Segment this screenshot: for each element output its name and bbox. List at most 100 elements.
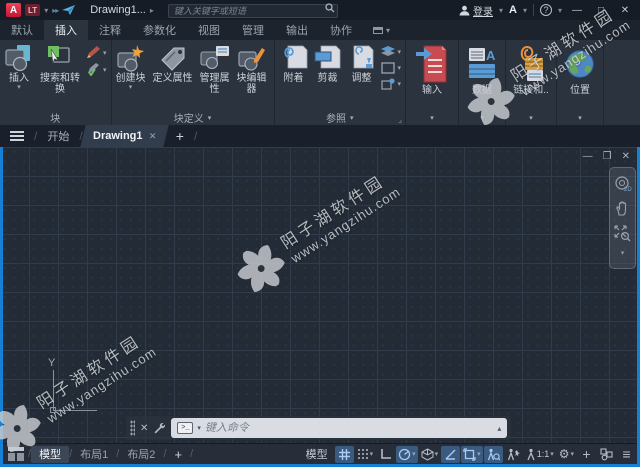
app-menu-chevron-down-icon[interactable]: ▾ xyxy=(44,6,48,15)
new-layout-button[interactable]: + xyxy=(167,447,191,462)
ribbon-tab-output[interactable]: 输出 xyxy=(275,20,319,40)
layout-tab-model[interactable]: 模型 xyxy=(31,445,70,463)
customization-menu-button[interactable]: ≡ xyxy=(617,446,636,463)
sign-in-button[interactable]: 登录 xyxy=(459,3,493,18)
annotation-scale-button[interactable]: 1:1 ▾ xyxy=(524,446,556,463)
define-attributes-button[interactable]: 定义属性 xyxy=(148,42,198,85)
workspace-switching-button[interactable]: ⚙ ▾ xyxy=(557,446,576,463)
command-input[interactable] xyxy=(204,422,494,434)
grid-display-button[interactable] xyxy=(334,445,354,463)
block-editor-button[interactable]: 块编辑器 xyxy=(232,42,272,96)
navbar-chevron-down-icon[interactable]: ▾ xyxy=(621,250,625,257)
panel-title-data[interactable]: ▾ xyxy=(459,110,505,125)
drawing-canvas[interactable]: — ❐ ✕ 2D ▾ Y xyxy=(0,147,640,443)
signin-chevron-down-icon[interactable]: ▾ xyxy=(499,6,503,15)
app-store-icon[interactable]: A xyxy=(509,4,517,16)
frame-button[interactable]: ▾ xyxy=(380,62,401,74)
ribbon-tab-insert[interactable]: 插入 xyxy=(44,20,88,40)
link-extract-button[interactable]: 链接和.. xyxy=(512,42,550,97)
help-icon[interactable]: ? xyxy=(539,4,552,16)
create-block-button[interactable]: 创建块 ▾ xyxy=(114,42,148,92)
share-plane-icon[interactable] xyxy=(62,4,76,16)
manage-attributes-button[interactable]: 管理属性 xyxy=(198,42,232,96)
file-tabs-menu-icon[interactable] xyxy=(10,131,24,141)
qat-expand-icon[interactable]: ▸▸ xyxy=(52,6,59,15)
autocad-lt-window: A LT ▾ ▸▸ Drawing1... ▸ 登录 ▾ A ▾ ? ▾ — xyxy=(0,0,640,467)
drawing-restore-button[interactable]: ❐ xyxy=(603,151,612,162)
ribbon-tab-collaborate[interactable]: 协作 xyxy=(319,20,363,40)
snap-to-underlay-button[interactable]: ▾ xyxy=(380,78,401,90)
ortho-mode-button[interactable] xyxy=(376,446,395,463)
steering-wheel-button[interactable]: 2D xyxy=(614,176,632,192)
edit-attribute-single-button[interactable]: ▾ xyxy=(86,46,107,59)
layout-tab-layout2[interactable]: 布局2 xyxy=(119,446,163,463)
import-button[interactable]: 输入 xyxy=(415,42,449,97)
isolate-objects-button[interactable] xyxy=(597,446,616,463)
app-logo-icon[interactable]: A xyxy=(6,3,21,17)
object-snap-button[interactable]: ▾ xyxy=(461,445,483,463)
layout-tab-layout1[interactable]: 布局1 xyxy=(72,446,116,463)
search-convert-button[interactable]: 搜索和转换 xyxy=(36,42,84,96)
import-icon xyxy=(416,43,448,85)
panel-location: 位置 ▾ xyxy=(557,40,605,125)
panel-reference: 附着 剪裁 调整 ▾ ▾ ▾ 参照 ▾ ⌟ xyxy=(275,40,407,125)
maximize-button[interactable]: □ xyxy=(592,5,610,16)
appstore-chevron-down-icon[interactable]: ▾ xyxy=(523,6,527,15)
snap-chevron-down-icon: ▾ xyxy=(369,451,374,458)
drawing-close-button[interactable]: ✕ xyxy=(622,151,630,162)
panel-title-link-extract[interactable]: ▾ xyxy=(506,110,556,125)
panel-title-location[interactable]: ▾ xyxy=(557,110,603,125)
data-button[interactable]: A 数据 xyxy=(465,42,499,97)
command-drag-handle[interactable] xyxy=(130,420,135,436)
clip-button[interactable]: 剪裁 xyxy=(311,42,345,85)
adjust-button[interactable]: 调整 xyxy=(345,42,379,85)
layout-preview-icon[interactable] xyxy=(8,447,24,461)
annotation-autoscale-button[interactable] xyxy=(504,446,523,463)
command-close-icon[interactable]: ✕ xyxy=(140,423,148,434)
clean-screen-button[interactable]: + xyxy=(577,446,596,463)
help-chevron-down-icon[interactable]: ▾ xyxy=(558,6,562,15)
ribbon-tab-annotate[interactable]: 注释 xyxy=(88,20,132,40)
close-tab-icon[interactable]: ✕ xyxy=(148,131,156,142)
edit-attribute-multiple-button[interactable]: ▾ xyxy=(86,63,107,76)
ribbon-tab-manage[interactable]: 管理 xyxy=(231,20,275,40)
insert-block-button[interactable]: 插入 ▾ xyxy=(2,42,36,92)
block-editor-icon xyxy=(236,43,268,73)
search-icon[interactable] xyxy=(325,3,335,13)
snap-mode-button[interactable]: ▾ xyxy=(355,446,376,463)
panel-title-block[interactable]: 块 xyxy=(0,110,111,125)
model-space-button[interactable]: 模型 xyxy=(300,446,334,462)
command-input-field[interactable]: >_ ▾ ▴ xyxy=(171,418,508,438)
minimize-button[interactable]: — xyxy=(568,5,586,16)
divider xyxy=(532,4,534,16)
object-snap-tracking-button[interactable] xyxy=(441,445,461,463)
pan-hand-button[interactable] xyxy=(615,201,631,216)
isometric-drafting-button[interactable]: ▾ xyxy=(419,446,441,463)
polar-tracking-button[interactable]: ▾ xyxy=(396,445,418,463)
close-button[interactable]: ✕ xyxy=(616,5,634,16)
dialog-launcher-icon[interactable]: ⌟ xyxy=(398,115,402,124)
ribbon-tab-parametric[interactable]: 参数化 xyxy=(132,20,187,40)
tab-start[interactable]: 开始 xyxy=(37,125,79,147)
zoom-extents-button[interactable] xyxy=(614,225,631,242)
command-history-up-icon[interactable]: ▴ xyxy=(497,424,501,433)
create-block-icon xyxy=(115,43,147,73)
annotation-visibility-button[interactable] xyxy=(483,445,503,463)
underlay-layers-button[interactable]: ▾ xyxy=(380,46,401,58)
search-input[interactable] xyxy=(167,4,338,18)
attach-button[interactable]: 附着 xyxy=(277,42,311,85)
panel-title-block-definition[interactable]: 块定义 ▾ xyxy=(112,110,274,125)
command-prompt-icon[interactable]: >_ xyxy=(177,422,194,434)
command-line[interactable]: ✕ >_ ▾ ▴ xyxy=(126,416,512,440)
new-tab-button[interactable]: + xyxy=(166,128,194,144)
ribbon-tab-default[interactable]: 默认 xyxy=(0,20,44,40)
ribbon-tab-view[interactable]: 视图 xyxy=(187,20,231,40)
location-button[interactable]: 位置 xyxy=(563,42,597,97)
command-customize-wrench-icon[interactable] xyxy=(153,422,166,435)
ribbon-collapse-button[interactable]: ▾ xyxy=(367,20,396,40)
drawing-minimize-button[interactable]: — xyxy=(583,151,593,162)
command-chevron-down-icon[interactable]: ▾ xyxy=(197,424,201,432)
panel-title-import[interactable]: ▾ xyxy=(406,110,458,125)
panel-title-reference[interactable]: 参照 ▾ ⌟ xyxy=(275,110,406,125)
tab-drawing1[interactable]: Drawing1 ✕ xyxy=(79,125,169,147)
